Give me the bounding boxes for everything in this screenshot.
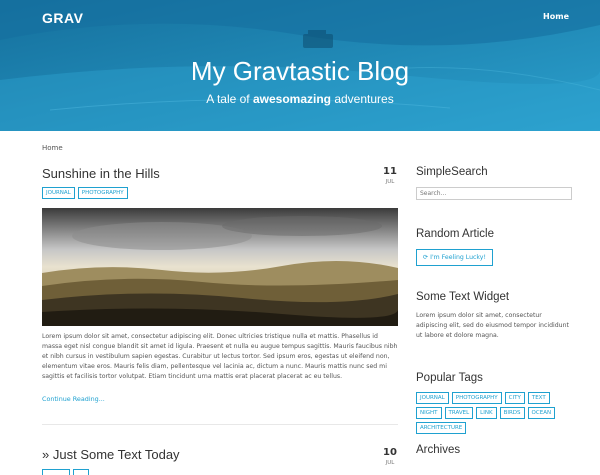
tag-journal[interactable]: JOURNAL [42, 187, 75, 199]
search-input[interactable] [416, 187, 572, 200]
post-date: 10 JUL [382, 447, 398, 466]
post-title[interactable]: » Just Some Text Today [42, 447, 398, 462]
widget-title: Archives [416, 444, 461, 456]
site-logo[interactable]: GRAV [42, 10, 83, 26]
tag-photography[interactable]: PHOTOGRAPHY [77, 187, 128, 199]
hills-landscape-image [42, 208, 398, 326]
post-month: JUL [385, 460, 395, 466]
text-widget: Some Text Widget Lorem ipsum dolor sit a… [416, 291, 572, 341]
blog-title: My Gravtastic Blog [190, 56, 410, 86]
blog-post: Sunshine in the Hills 11 JUL JOURNAL PHO… [42, 166, 398, 405]
random-article-widget: Random Article ⟳ I'm Feeling Lucky! [416, 228, 572, 266]
tag-ocean[interactable]: OCEAN [527, 407, 556, 419]
blog-subtitle: A tale of awesomazing adventures [206, 92, 394, 106]
tag-city[interactable]: CITY [504, 392, 525, 404]
archives-widget: Archives [416, 444, 572, 456]
post-date: 11 JUL [382, 166, 398, 185]
refresh-icon: ⟳ [423, 254, 429, 261]
widget-title: Random Article [416, 228, 494, 240]
post-day: 11 [383, 166, 397, 177]
post-divider [42, 424, 398, 425]
post-tags [42, 469, 398, 475]
post-tags: JOURNAL PHOTOGRAPHY [42, 187, 398, 199]
post-day: 10 [383, 447, 397, 458]
post-month: JUL [385, 179, 395, 185]
blog-post: » Just Some Text Today 10 JUL [42, 447, 398, 475]
tag-placeholder[interactable] [73, 469, 89, 475]
continue-reading-link[interactable]: Continue Reading... [42, 395, 105, 403]
simple-search-widget: SimpleSearch [416, 166, 572, 200]
tag-night[interactable]: NIGHT [416, 407, 442, 419]
widget-text: Lorem ipsum dolor sit amet, consectetur … [416, 312, 569, 339]
widget-title: SimpleSearch [416, 166, 488, 178]
chevron-right-icon: » [42, 447, 50, 462]
tag-birds[interactable]: BIRDS [499, 407, 525, 419]
post-title[interactable]: Sunshine in the Hills [42, 166, 398, 181]
popular-tags-widget: Popular Tags JOURNAL PHOTOGRAPHY CITY TE… [416, 372, 572, 434]
nav-home-link[interactable]: Home [543, 12, 569, 21]
widget-title: Some Text Widget [416, 291, 510, 303]
feeling-lucky-button[interactable]: ⟳ I'm Feeling Lucky! [416, 249, 493, 266]
tag-architecture[interactable]: ARCHITECTURE [416, 422, 467, 434]
tag-link[interactable]: LINK [476, 407, 497, 419]
breadcrumb[interactable]: Home [42, 144, 63, 152]
tag-photography[interactable]: PHOTOGRAPHY [451, 392, 502, 404]
tag-cloud: JOURNAL PHOTOGRAPHY CITY TEXT NIGHT TRAV… [416, 392, 576, 434]
tag-travel[interactable]: TRAVEL [444, 407, 474, 419]
tag-journal[interactable]: JOURNAL [416, 392, 449, 404]
widget-title: Popular Tags [416, 372, 483, 384]
tag-text[interactable]: TEXT [527, 392, 550, 404]
post-excerpt: Lorem ipsum dolor sit amet, consectetur … [42, 333, 398, 380]
tag-placeholder[interactable] [42, 469, 70, 475]
hero-banner: GRAV Home My Gravtastic Blog A tale of a… [0, 0, 600, 131]
